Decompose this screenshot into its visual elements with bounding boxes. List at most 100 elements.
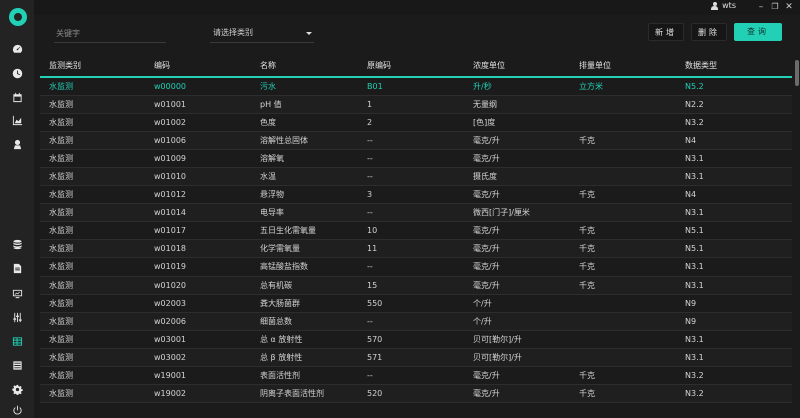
cell-code: w01009 bbox=[145, 149, 251, 168]
cell-data-type: N4 bbox=[676, 131, 792, 150]
database-icon[interactable] bbox=[10, 237, 24, 251]
col-header-concentration-unit[interactable]: 浓度单位 bbox=[464, 55, 570, 78]
table-row[interactable]: 水监测 w03001 总 α 放射性 570 贝可[勒尔]/升 N3.1 bbox=[40, 330, 792, 349]
col-header-category[interactable]: 监测类别 bbox=[40, 55, 145, 78]
table-row[interactable]: 水监测 w00000 污水 B01 升/秒 立方米 N5.2 bbox=[40, 77, 792, 96]
cell-category: 水监测 bbox=[40, 77, 145, 96]
cell-original-code: 11 bbox=[358, 239, 464, 259]
table-row[interactable]: 水监测 w19002 阴离子表面活性剂 520 毫克/升 千克 N3.2 bbox=[40, 384, 792, 404]
cell-concentration-unit: 微西[门子]/厘米 bbox=[464, 203, 570, 223]
cell-category: 水监测 bbox=[40, 221, 145, 241]
col-header-code[interactable]: 编码 bbox=[145, 55, 251, 78]
restore-icon[interactable]: ❐ bbox=[770, 2, 780, 12]
cell-data-type: N3.2 bbox=[676, 366, 792, 386]
col-header-discharge-unit[interactable]: 排量单位 bbox=[570, 55, 676, 78]
cell-discharge-unit bbox=[570, 348, 676, 368]
app-logo bbox=[9, 8, 27, 26]
cell-discharge-unit: 千克 bbox=[570, 276, 676, 295]
sliders-icon[interactable] bbox=[10, 310, 24, 324]
table-row[interactable]: 水监测 w01018 化学需氧量 11 毫克/升 千克 N5.1 bbox=[40, 239, 792, 259]
cell-concentration-unit: 贝可[勒尔]/升 bbox=[464, 330, 570, 349]
table-row[interactable]: 水监测 w01009 溶解氧 -- 毫克/升 N3.1 bbox=[40, 149, 792, 168]
sidebar bbox=[0, 0, 34, 418]
dashboard-icon[interactable] bbox=[10, 42, 24, 56]
cell-original-code: 550 bbox=[358, 294, 464, 313]
table-header: 监测类别 编码 名称 原编码 浓度单位 排量单位 数据类型 bbox=[40, 55, 792, 78]
cell-category: 水监测 bbox=[40, 384, 145, 404]
table-row[interactable]: 水监测 w01017 五日生化需氧量 10 毫克/升 千克 N5.1 bbox=[40, 221, 792, 241]
table-row[interactable]: 水监测 w19001 表面活性剂 -- 毫克/升 千克 N3.2 bbox=[40, 366, 792, 386]
cell-code: w01017 bbox=[145, 221, 251, 241]
table-row[interactable]: 水监测 w01014 电导率 -- 微西[门子]/厘米 N3.1 bbox=[40, 203, 792, 223]
table-row[interactable]: 水监测 w01006 溶解性总固体 -- 毫克/升 千克 N4 bbox=[40, 131, 792, 150]
add-button[interactable]: 新增 bbox=[648, 23, 684, 41]
close-icon[interactable]: ✕ bbox=[784, 2, 794, 12]
username: wts bbox=[722, 1, 736, 10]
user-menu[interactable]: wts bbox=[711, 1, 736, 10]
cell-data-type: N9 bbox=[676, 312, 792, 331]
col-header-original-code[interactable]: 原编码 bbox=[358, 55, 464, 78]
table-scrollbar-thumb[interactable] bbox=[795, 60, 799, 86]
cell-data-type: N2.2 bbox=[676, 95, 792, 114]
keyword-input[interactable] bbox=[54, 25, 166, 43]
monitor-icon[interactable] bbox=[10, 286, 24, 300]
table-grid-icon[interactable] bbox=[10, 334, 24, 348]
cell-original-code: -- bbox=[358, 366, 464, 386]
cell-name: 总 β 放射性 bbox=[251, 348, 358, 368]
table-row[interactable]: 水监测 w01001 pH 值 1 无量纲 N2.2 bbox=[40, 95, 792, 114]
cell-code: w01006 bbox=[145, 131, 251, 150]
cell-discharge-unit: 千克 bbox=[570, 257, 676, 277]
cell-original-code: 1 bbox=[358, 95, 464, 114]
minimize-icon[interactable]: – bbox=[756, 2, 766, 12]
query-button[interactable]: 查询 bbox=[734, 23, 782, 41]
cell-category: 水监测 bbox=[40, 131, 145, 150]
cell-name: 悬浮物 bbox=[251, 185, 358, 205]
cell-name: 溶解性总固体 bbox=[251, 131, 358, 150]
cell-discharge-unit: 千克 bbox=[570, 384, 676, 404]
cell-code: w01014 bbox=[145, 203, 251, 223]
table-row[interactable]: 水监测 w01012 悬浮物 3 毫克/升 千克 N4 bbox=[40, 185, 792, 205]
table-row[interactable]: 水监测 w03002 总 β 放射性 571 贝可[勒尔]/升 N3.1 bbox=[40, 348, 792, 368]
cell-data-type: N3.1 bbox=[676, 203, 792, 223]
gear-icon[interactable] bbox=[10, 382, 24, 396]
cell-concentration-unit: [色]度 bbox=[464, 113, 570, 132]
cell-discharge-unit: 千克 bbox=[570, 185, 676, 205]
cell-original-code: 10 bbox=[358, 221, 464, 241]
calendar-icon[interactable] bbox=[10, 90, 24, 104]
cell-original-code: -- bbox=[358, 257, 464, 277]
table-row[interactable]: 水监测 w01019 高锰酸盐指数 -- 毫克/升 千克 N3.1 bbox=[40, 257, 792, 277]
cell-original-code: 570 bbox=[358, 330, 464, 349]
document-icon[interactable] bbox=[10, 261, 24, 275]
cell-discharge-unit bbox=[570, 167, 676, 187]
cell-name: 水温 bbox=[251, 167, 358, 187]
cell-discharge-unit bbox=[570, 113, 676, 132]
power-icon[interactable] bbox=[10, 403, 24, 417]
table-row[interactable]: 水监测 w02006 细菌总数 -- 个/升 N9 bbox=[40, 312, 792, 331]
cell-concentration-unit: 毫克/升 bbox=[464, 384, 570, 404]
table-row[interactable]: 水监测 w01010 水温 -- 摄氏度 N3.1 bbox=[40, 167, 792, 187]
cell-data-type: N5.1 bbox=[676, 221, 792, 241]
delete-button[interactable]: 删除 bbox=[691, 23, 727, 41]
cell-name: 污水 bbox=[251, 77, 358, 96]
list-icon[interactable] bbox=[10, 358, 24, 372]
cell-discharge-unit bbox=[570, 149, 676, 168]
cell-data-type: N5.2 bbox=[676, 77, 792, 96]
table-row[interactable]: 水监测 w01002 色度 2 [色]度 N3.2 bbox=[40, 113, 792, 132]
category-select[interactable]: 请选择类别 bbox=[210, 25, 314, 43]
cell-discharge-unit bbox=[570, 203, 676, 223]
col-header-name[interactable]: 名称 bbox=[251, 55, 358, 78]
cell-original-code: 15 bbox=[358, 276, 464, 295]
table-scrollbar-track bbox=[794, 60, 800, 418]
badge-icon[interactable] bbox=[10, 137, 24, 151]
area-chart-icon[interactable] bbox=[10, 113, 24, 127]
cell-concentration-unit: 个/升 bbox=[464, 312, 570, 331]
cell-data-type: N4 bbox=[676, 185, 792, 205]
col-header-data-type[interactable]: 数据类型 bbox=[676, 55, 792, 78]
table-row[interactable]: 水监测 w01020 总有机碳 15 毫克/升 千克 N3.1 bbox=[40, 276, 792, 295]
cell-discharge-unit bbox=[570, 294, 676, 313]
cell-category: 水监测 bbox=[40, 167, 145, 187]
table-row[interactable]: 水监测 w02003 粪大肠菌群 550 个/升 N9 bbox=[40, 294, 792, 313]
cell-name: 五日生化需氧量 bbox=[251, 221, 358, 241]
cell-data-type: N3.2 bbox=[676, 384, 792, 404]
clock-icon[interactable] bbox=[10, 66, 24, 80]
